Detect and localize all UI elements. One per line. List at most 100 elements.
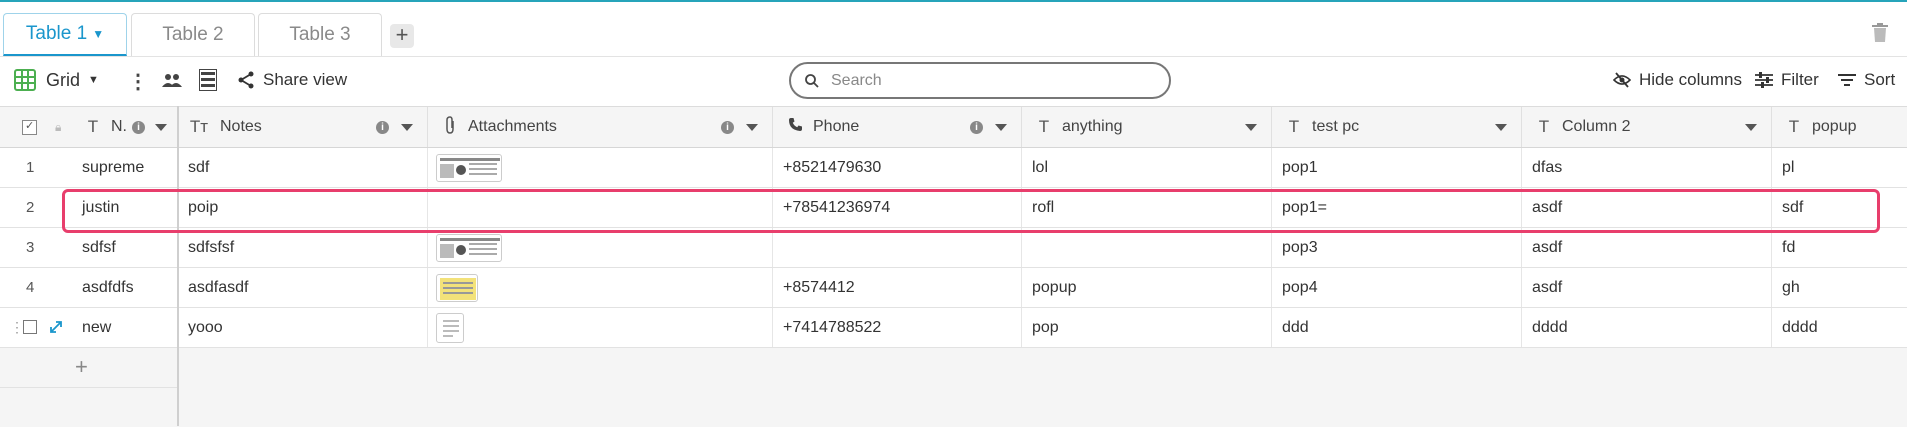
hide-columns-button[interactable]: Hide columns bbox=[1613, 70, 1742, 90]
row-height-icon[interactable] bbox=[199, 69, 217, 91]
cell-phone[interactable]: +8521479630 bbox=[773, 148, 1022, 187]
cell-phone[interactable]: +78541236974 bbox=[773, 188, 1022, 227]
column-header-test-pc[interactable]: T test pc bbox=[1272, 107, 1522, 147]
cell-popup[interactable]: fd bbox=[1772, 228, 1907, 267]
table-row[interactable]: 3 sdfsf sdfsfsf pop3 asdf fd bbox=[0, 228, 1907, 268]
sort-label: Sort bbox=[1864, 70, 1896, 89]
cell-test-pc[interactable]: pop3 bbox=[1272, 228, 1522, 267]
cell-name[interactable]: sdfsf bbox=[72, 228, 178, 267]
text-type-icon: T bbox=[1538, 117, 1550, 136]
tab-label: Table 1 bbox=[25, 23, 88, 44]
tab-table-2[interactable]: Table 2 bbox=[131, 13, 255, 56]
cell-popup[interactable]: gh bbox=[1772, 268, 1907, 307]
cell-anything[interactable]: rofl bbox=[1022, 188, 1272, 227]
table-row[interactable]: 4 asdfdfs asdfasdf +8574412 popup pop4 a… bbox=[0, 268, 1907, 308]
share-view-label: Share view bbox=[263, 70, 348, 89]
cell-test-pc[interactable]: pop4 bbox=[1272, 268, 1522, 307]
column-title: test pc bbox=[1312, 118, 1360, 135]
tab-table-3[interactable]: Table 3 bbox=[258, 13, 382, 56]
cell-anything[interactable]: pop bbox=[1022, 308, 1272, 347]
cell-notes[interactable]: sdfsfsf bbox=[178, 228, 428, 267]
cell-column-2[interactable]: asdf bbox=[1522, 268, 1772, 307]
column-header-column-2[interactable]: T Column 2 bbox=[1522, 107, 1772, 147]
row-number: 3 bbox=[26, 239, 35, 256]
header-select-all: ✓ 🔒︎ bbox=[0, 107, 80, 147]
search-box[interactable] bbox=[789, 62, 1171, 99]
info-icon[interactable]: i bbox=[970, 120, 983, 134]
cell-popup[interactable]: pl bbox=[1772, 148, 1907, 187]
add-table-button[interactable]: + bbox=[390, 24, 414, 48]
add-row-button[interactable]: + bbox=[75, 354, 88, 380]
chevron-down-icon[interactable] bbox=[1245, 123, 1257, 131]
drag-handle-icon[interactable]: ⋮ bbox=[10, 319, 24, 336]
chevron-down-icon[interactable] bbox=[995, 123, 1007, 131]
filter-button[interactable]: Filter bbox=[1755, 70, 1819, 90]
cell-test-pc[interactable]: pop1 bbox=[1272, 148, 1522, 187]
cell-notes[interactable]: yooo bbox=[178, 308, 428, 347]
cell-attachments[interactable] bbox=[428, 228, 773, 267]
cell-column-2[interactable]: dfas bbox=[1522, 148, 1772, 187]
info-icon[interactable]: i bbox=[721, 120, 734, 134]
cell-attachments[interactable] bbox=[428, 188, 773, 227]
column-header-popup[interactable]: T popup bbox=[1772, 107, 1907, 147]
select-all-checkbox[interactable]: ✓ bbox=[22, 119, 37, 135]
column-header-notes[interactable]: Tт Notes i bbox=[178, 107, 428, 147]
cell-name[interactable]: supreme bbox=[72, 148, 178, 187]
cell-test-pc[interactable]: ddd bbox=[1272, 308, 1522, 347]
cell-column-2[interactable]: dddd bbox=[1522, 308, 1772, 347]
column-header-attachments[interactable]: Attachments i bbox=[428, 107, 773, 147]
chevron-down-icon[interactable] bbox=[401, 123, 413, 131]
attachment-thumbnail[interactable] bbox=[436, 233, 502, 262]
collaborators-icon[interactable] bbox=[162, 73, 182, 89]
info-icon[interactable]: i bbox=[376, 120, 389, 134]
cell-attachments[interactable] bbox=[428, 308, 773, 347]
attachment-thumbnail[interactable] bbox=[436, 153, 502, 182]
chevron-down-icon[interactable] bbox=[1495, 123, 1507, 131]
row-number: 2 bbox=[26, 199, 35, 216]
cell-attachments[interactable] bbox=[428, 268, 773, 307]
info-icon[interactable]: i bbox=[132, 120, 145, 134]
cell-popup[interactable]: dddd bbox=[1772, 308, 1907, 347]
cell-phone[interactable] bbox=[773, 228, 1022, 267]
cell-name[interactable]: asdfdfs bbox=[72, 268, 178, 307]
cell-popup[interactable]: sdf bbox=[1772, 188, 1907, 227]
view-switcher[interactable]: Grid ▼ bbox=[14, 69, 99, 91]
cell-name[interactable]: justin bbox=[72, 188, 178, 227]
chevron-down-icon[interactable] bbox=[1745, 123, 1757, 131]
chevron-down-icon[interactable]: ▼ bbox=[92, 27, 104, 41]
tab-table-1[interactable]: Table 1 ▼ bbox=[3, 13, 127, 56]
cell-anything[interactable]: popup bbox=[1022, 268, 1272, 307]
cell-phone[interactable]: +8574412 bbox=[773, 268, 1022, 307]
table-row[interactable]: ⋮ new yooo +7414788522 pop ddd dddd dddd bbox=[0, 308, 1907, 348]
search-input[interactable] bbox=[829, 70, 1133, 91]
table-row[interactable]: 2 justin poip +78541236974 rofl pop1= as… bbox=[0, 188, 1907, 228]
cell-anything[interactable] bbox=[1022, 228, 1272, 267]
cell-test-pc[interactable]: pop1= bbox=[1272, 188, 1522, 227]
attachment-thumbnail[interactable] bbox=[436, 273, 478, 302]
row-checkbox[interactable] bbox=[23, 320, 37, 334]
cell-column-2[interactable]: asdf bbox=[1522, 188, 1772, 227]
document-thumbnail[interactable] bbox=[436, 312, 464, 343]
cell-name[interactable]: new bbox=[72, 308, 178, 347]
cell-anything[interactable]: lol bbox=[1022, 148, 1272, 187]
grid-icon bbox=[14, 69, 36, 91]
column-header-anything[interactable]: T anything bbox=[1022, 107, 1272, 147]
cell-notes[interactable]: poip bbox=[178, 188, 428, 227]
column-header-name[interactable]: T N. i bbox=[71, 107, 178, 147]
table-row[interactable]: 1 supreme sdf +8521479630 lol pop1 dfas … bbox=[0, 148, 1907, 188]
trash-icon[interactable] bbox=[1871, 23, 1889, 43]
expand-icon[interactable] bbox=[49, 320, 63, 334]
column-header-phone[interactable]: Phone i bbox=[773, 107, 1022, 147]
cell-phone[interactable]: +7414788522 bbox=[773, 308, 1022, 347]
sort-button[interactable]: Sort bbox=[1838, 70, 1895, 90]
cell-column-2[interactable]: asdf bbox=[1522, 228, 1772, 267]
cell-notes[interactable]: sdf bbox=[178, 148, 428, 187]
hide-columns-label: Hide columns bbox=[1639, 70, 1742, 89]
more-options-icon[interactable]: ⋮ bbox=[128, 69, 148, 94]
share-view-button[interactable]: Share view bbox=[237, 70, 347, 90]
cell-attachments[interactable] bbox=[428, 148, 773, 187]
cell-notes[interactable]: asdfasdf bbox=[178, 268, 428, 307]
chevron-down-icon[interactable] bbox=[746, 123, 758, 131]
text-type-icon: T bbox=[1038, 117, 1050, 136]
chevron-down-icon[interactable] bbox=[155, 123, 167, 131]
